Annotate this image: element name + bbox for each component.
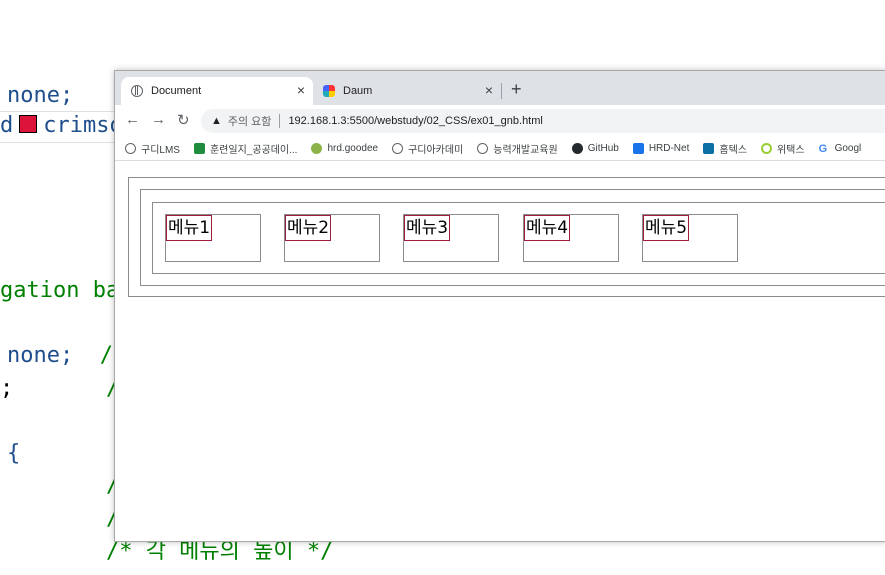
bookmark-item[interactable]: 구디아카데미 xyxy=(392,141,463,156)
bookmark-label: 구디아카데미 xyxy=(408,145,464,156)
menu-label[interactable]: 메뉴5 xyxy=(643,215,690,241)
code-token: none; xyxy=(7,343,74,368)
tab-title: Document xyxy=(151,85,202,97)
bookmark-item[interactable]: 훈련일지_공공데이... xyxy=(193,141,298,156)
bookmark-item[interactable]: hrd.goodee xyxy=(311,143,378,154)
bookmark-blue-icon xyxy=(632,143,644,154)
bookmark-g-icon: G xyxy=(818,143,828,155)
bookmark-item[interactable]: G Googl xyxy=(818,143,862,155)
back-button[interactable]: ← xyxy=(125,111,140,128)
code-line: none; /* xyxy=(7,341,126,371)
tab-strip: Document × Daum × + xyxy=(115,71,885,105)
close-icon[interactable]: × xyxy=(297,82,305,98)
code-token: /* xyxy=(0,473,133,498)
code-token: { xyxy=(7,441,21,466)
bookmark-label: Googl xyxy=(834,143,862,154)
menu-label[interactable]: 메뉴1 xyxy=(166,215,213,241)
code-token: gation bar xyxy=(0,278,133,303)
bookmark-green-icon xyxy=(193,143,205,154)
code-line: ; /* xyxy=(0,374,132,404)
code-line: /* xyxy=(0,504,133,534)
bookmarks-bar: 구디LMS 훈련일지_공공데이... hrd.goodee 구디아카데미 능력개발교육원… xyxy=(115,137,885,161)
menu-item-4[interactable]: 메뉴4 xyxy=(523,214,619,262)
bookmark-item[interactable]: 위택스 xyxy=(760,141,805,156)
browser-toolbar: ← → ↻ ▲ 주의 요함 192.168.1.3:5500/webstudy/… xyxy=(115,105,885,137)
forward-button[interactable]: → xyxy=(151,111,166,128)
menu-label[interactable]: 메뉴3 xyxy=(404,215,451,241)
code-token: none; xyxy=(7,83,74,108)
bookmark-globe-icon xyxy=(477,143,489,154)
color-swatch xyxy=(19,115,38,133)
url-text[interactable]: 192.168.1.3:5500/webstudy/02_CSS/ex01_gn… xyxy=(288,115,542,127)
code-token: /* 각 메뉴의 높이 */ xyxy=(0,539,334,564)
tab-separator xyxy=(501,83,502,99)
browser-window[interactable]: Document × Daum × + ← → ↻ ▲ 주의 요함 192.16… xyxy=(114,70,885,542)
bookmark-label: HRD-Net xyxy=(648,143,690,154)
code-line: d crimso xyxy=(0,111,123,141)
code-line: /* xyxy=(0,471,133,501)
bookmark-item[interactable]: 홈텍스 xyxy=(703,141,747,156)
code-line: gation bar xyxy=(0,276,132,306)
menu-item-1[interactable]: 메뉴1 xyxy=(165,214,261,262)
daum-icon xyxy=(323,85,335,97)
menu-label[interactable]: 메뉴2 xyxy=(285,215,332,241)
page-viewport: 메뉴1 메뉴2 메뉴3 메뉴4 메뉴5 xyxy=(115,162,885,541)
tab-document[interactable]: Document × xyxy=(121,77,313,105)
omnibox-divider xyxy=(279,114,281,128)
bookmark-label: 위택스 xyxy=(776,145,805,156)
menu-item-5[interactable]: 메뉴5 xyxy=(642,214,738,262)
bookmark-ring-icon xyxy=(760,143,772,154)
globe-icon xyxy=(131,85,143,97)
bookmark-label: 훈련일지_공공데이... xyxy=(209,145,298,156)
menu-label[interactable]: 메뉴4 xyxy=(524,215,571,241)
bookmark-olive-icon xyxy=(311,143,323,154)
bookmark-globe-icon xyxy=(392,143,404,154)
bookmark-item[interactable]: GitHub xyxy=(571,143,619,154)
bookmark-label: hrd.goodee xyxy=(327,143,379,154)
code-token: /* xyxy=(0,506,133,531)
bookmark-item[interactable]: HRD-Net xyxy=(632,143,690,154)
close-icon[interactable]: × xyxy=(485,82,493,98)
menu-item-3[interactable]: 메뉴3 xyxy=(403,214,499,262)
code-token: crimso xyxy=(43,113,123,138)
bookmark-item[interactable]: 구디LMS xyxy=(125,141,180,156)
menu-item-2[interactable]: 메뉴2 xyxy=(284,214,380,262)
bookmark-item[interactable]: 능력개발교육원 xyxy=(477,141,558,156)
new-tab-button[interactable]: + xyxy=(511,79,522,100)
address-bar[interactable]: ▲ 주의 요함 192.168.1.3:5500/webstudy/02_CSS… xyxy=(201,109,885,133)
bookmark-label: 구디LMS xyxy=(141,145,180,156)
bookmark-label: GitHub xyxy=(587,143,619,154)
tab-daum[interactable]: Daum × xyxy=(313,77,501,105)
bookmark-dark-icon xyxy=(571,143,583,154)
bookmark-label: 홈텍스 xyxy=(719,145,747,156)
security-status[interactable]: 주의 요함 xyxy=(228,113,272,129)
code-token: d xyxy=(0,113,14,138)
tab-title: Daum xyxy=(343,85,373,97)
bookmark-globe-icon xyxy=(125,143,136,154)
warning-icon[interactable]: ▲ xyxy=(211,115,222,127)
gnb-container xyxy=(152,202,885,274)
reload-button[interactable]: ↻ xyxy=(177,111,190,129)
bookmark-label: 능력개발교육원 xyxy=(493,145,558,156)
code-token: ; xyxy=(0,376,14,401)
code-line: { xyxy=(7,439,20,469)
code-line: none; xyxy=(7,81,73,111)
bookmark-teal-icon xyxy=(703,143,715,154)
